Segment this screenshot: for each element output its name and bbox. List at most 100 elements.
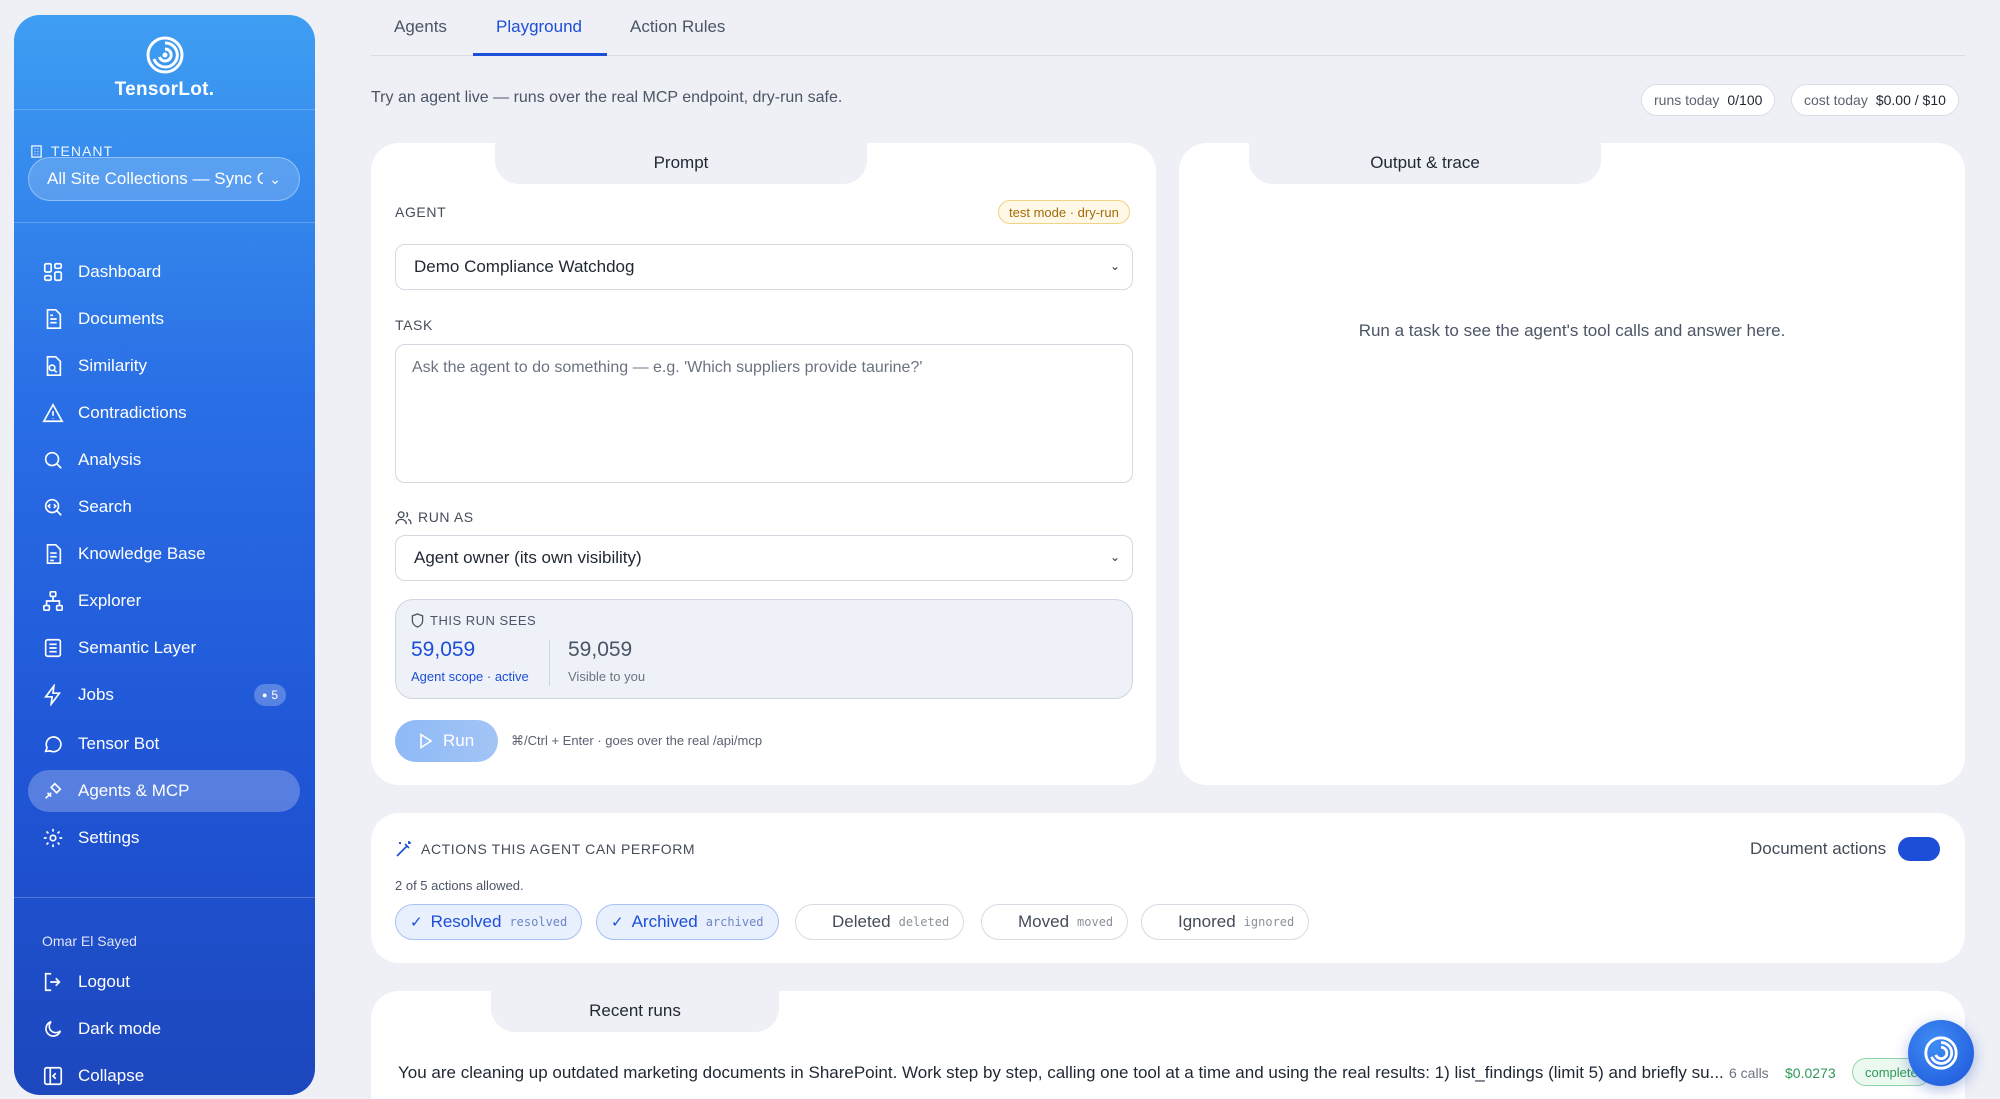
- dark-mode-button[interactable]: Dark mode: [28, 1008, 300, 1050]
- sidebar-item-similarity[interactable]: Similarity: [28, 345, 300, 387]
- collapse-button[interactable]: Collapse: [28, 1055, 300, 1095]
- tab-playground[interactable]: Playground: [496, 17, 582, 37]
- agent-select[interactable]: Demo Compliance Watchdog ⌄: [395, 244, 1133, 290]
- chat-icon: [44, 736, 62, 753]
- visible-label: Visible to you: [568, 669, 646, 684]
- run-sees-label: THIS RUN SEES: [411, 613, 536, 628]
- actions-subtitle: 2 of 5 actions allowed.: [395, 878, 524, 893]
- chevron-down-icon: ⌄: [269, 170, 281, 187]
- run-as-label: RUN AS: [395, 509, 474, 525]
- dot-icon: ●: [261, 690, 268, 700]
- tenant-value: All Site Collections — Sync Or: [47, 169, 264, 188]
- visible-count: 59,059: [568, 638, 633, 661]
- sidebar-item-settings[interactable]: Settings: [28, 817, 300, 859]
- sidebar-item-explorer[interactable]: Explorer: [28, 580, 300, 622]
- divider: [14, 109, 315, 110]
- gear-icon: [43, 828, 63, 848]
- dashboard-icon: [43, 262, 63, 282]
- document-actions-toggle[interactable]: [1898, 837, 1940, 861]
- prompt-tab: Prompt: [495, 142, 867, 184]
- sidebar-item-analysis[interactable]: Analysis: [28, 439, 300, 481]
- prompt-panel: Prompt AGENT test mode · dry-run Demo Co…: [371, 142, 1156, 785]
- sidebar-item-tensor-bot[interactable]: Tensor Bot: [28, 723, 300, 765]
- divider: [14, 897, 315, 898]
- tab-agents[interactable]: Agents: [394, 17, 447, 37]
- divider: [549, 640, 550, 686]
- sidebar-item-search[interactable]: Search: [28, 486, 300, 528]
- sidebar-nav: Dashboard Documents Similarity Contradic…: [28, 251, 300, 864]
- sidebar-item-agents-mcp[interactable]: Agents & MCP: [28, 770, 300, 812]
- run-button[interactable]: Run: [395, 720, 499, 762]
- assistant-fab[interactable]: [1908, 1020, 1974, 1086]
- logout-button[interactable]: Logout: [28, 961, 300, 1003]
- divider: [14, 222, 315, 223]
- output-empty-state: Run a task to see the agent's tool calls…: [1358, 321, 1786, 340]
- action-chip-deleted[interactable]: Deleted deleted: [795, 904, 965, 940]
- run-hint: ⌘/Ctrl + Enter · goes over the real /api…: [511, 733, 763, 748]
- chevron-down-icon: ⌄: [1109, 550, 1120, 564]
- brand-logo[interactable]: TensorLot.: [14, 35, 315, 101]
- recent-run-cost: $0.0273: [1785, 1065, 1836, 1081]
- recent-run-calls: 6 calls: [1729, 1065, 1769, 1081]
- agent-icon: [45, 782, 62, 799]
- book-icon: [46, 544, 62, 564]
- output-panel: Output & trace Run a task to see the age…: [1179, 142, 1965, 785]
- shield-icon: [411, 613, 424, 628]
- users-icon: [395, 510, 412, 524]
- tensorlot-logo-icon: [146, 36, 183, 74]
- task-input[interactable]: Ask the agent to do something — e.g. 'Wh…: [395, 344, 1133, 483]
- sidebar-item-knowledge-base[interactable]: Knowledge Base: [28, 533, 300, 575]
- sidebar-bottom-nav: Logout Dark mode Collapse: [28, 961, 300, 1095]
- sidebar-item-dashboard[interactable]: Dashboard: [28, 251, 300, 293]
- sidebar: TensorLot. TENANT All Site Collections —…: [14, 15, 315, 1095]
- cost-today-pill: cost today $0.00 / $10: [1791, 84, 1959, 116]
- collapse-icon: [43, 1066, 63, 1086]
- intro-text: Try an agent live — runs over the real M…: [371, 89, 843, 106]
- similarity-icon: [46, 356, 62, 376]
- moon-icon: [45, 1020, 62, 1037]
- active-tab-indicator: [473, 53, 607, 56]
- agent-label: AGENT: [395, 204, 447, 220]
- test-mode-badge: test mode · dry-run: [998, 200, 1130, 224]
- building-icon: [31, 144, 42, 158]
- play-icon: [420, 733, 433, 749]
- runs-today-pill: runs today 0/100: [1641, 84, 1776, 116]
- action-chip-ignored[interactable]: Ignored ignored: [1141, 904, 1310, 940]
- sidebar-item-jobs[interactable]: Jobs ● 5: [28, 674, 300, 716]
- warning-icon: [42, 403, 64, 423]
- bolt-icon: [44, 684, 62, 706]
- sidebar-item-semantic-layer[interactable]: Semantic Layer: [28, 627, 300, 669]
- actions-panel: ACTIONS THIS AGENT CAN PERFORM 2 of 5 ac…: [371, 813, 1965, 963]
- jobs-count-badge: ● 5: [254, 684, 286, 706]
- run-as-select[interactable]: Agent owner (its own visibility) ⌄: [395, 535, 1133, 581]
- layers-icon: [44, 638, 62, 658]
- check-icon: ✓: [410, 914, 423, 931]
- document-actions-label: Document actions: [1750, 839, 1887, 858]
- agent-scope-count: 59,059: [411, 638, 476, 661]
- search-code-icon: [44, 498, 62, 516]
- recent-runs-panel: Recent runs You are cleaning up outdated…: [371, 990, 1965, 1099]
- agent-scope-label: Agent scope · active: [411, 669, 529, 684]
- tenant-select[interactable]: All Site Collections — Sync Or ⌄: [28, 157, 300, 201]
- sidebar-item-contradictions[interactable]: Contradictions: [28, 392, 300, 434]
- sidebar-item-documents[interactable]: Documents: [28, 298, 300, 340]
- top-tabs: Agents Playground Action Rules: [371, 0, 1965, 56]
- magic-wand-icon: [396, 841, 411, 857]
- actions-title: ACTIONS THIS AGENT CAN PERFORM: [395, 840, 695, 858]
- logout-icon: [44, 972, 61, 992]
- task-label: TASK: [395, 317, 433, 333]
- tensorlot-logo-icon: [1924, 1036, 1958, 1070]
- recent-runs-tab: Recent runs: [491, 990, 779, 1032]
- tab-action-rules[interactable]: Action Rules: [630, 17, 725, 37]
- search-icon: [44, 451, 62, 469]
- document-icon: [46, 309, 62, 329]
- recent-run-text[interactable]: You are cleaning up outdated marketing d…: [398, 1063, 1778, 1083]
- action-chip-resolved[interactable]: ✓ Resolved resolved: [395, 904, 583, 940]
- action-chip-moved[interactable]: Moved moved: [981, 904, 1129, 940]
- action-chip-archived[interactable]: ✓ Archived archived: [596, 904, 779, 940]
- tree-icon: [43, 591, 63, 611]
- check-icon: ✓: [611, 914, 624, 931]
- brand-name: TensorLot.: [114, 79, 215, 100]
- user-name: Omar El Sayed: [42, 933, 137, 949]
- output-tab: Output & trace: [1249, 142, 1601, 184]
